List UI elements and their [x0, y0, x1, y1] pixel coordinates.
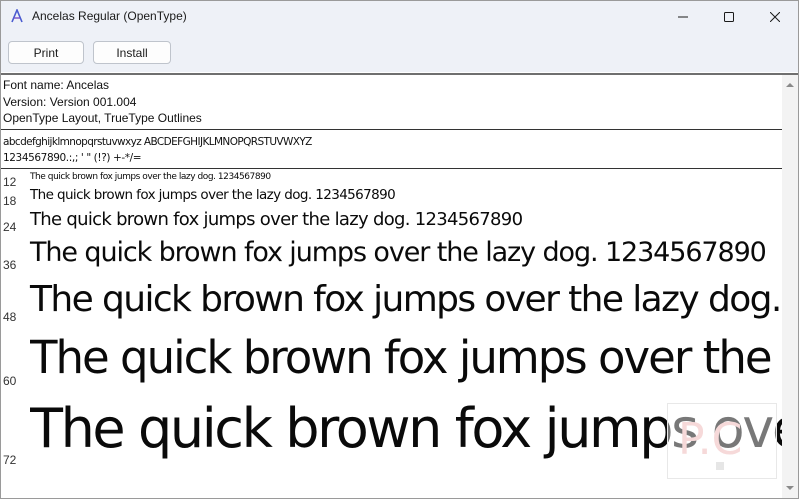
divider	[1, 129, 782, 130]
sample-size-label: 18	[3, 194, 17, 208]
scroll-down-icon[interactable]	[786, 484, 794, 492]
sample-size-label: 72	[3, 453, 17, 467]
svg-text:P.C: P.C	[678, 414, 742, 465]
charset-digits-symbols: 1234567890.:,; ' " (!?) +-*/=	[3, 152, 142, 164]
sample-text-60: The quick brown fox jumps over the l	[30, 331, 782, 384]
sample-size-label: 60	[3, 374, 17, 388]
sample-text-18: The quick brown fox jumps over the lazy …	[30, 187, 396, 203]
font-viewer-window: Ancelas Regular (OpenType) Print Install…	[0, 0, 799, 499]
minimize-button[interactable]	[660, 1, 706, 32]
window-title: Ancelas Regular (OpenType)	[32, 9, 187, 23]
close-button[interactable]	[752, 1, 798, 32]
watermark-logo: P.C	[667, 403, 777, 479]
sample-size-label: 24	[3, 220, 17, 234]
maximize-button[interactable]	[706, 1, 752, 32]
maximize-icon	[724, 11, 734, 22]
sample-text-24: The quick brown fox jumps over the lazy …	[30, 209, 523, 230]
install-button[interactable]: Install	[93, 41, 171, 64]
font-viewer-icon	[11, 9, 23, 23]
charset-letters: abcdefghijklmnopqrstuvwxyz ABCDEFGHIJKLM…	[3, 136, 312, 148]
toolbar: Print Install	[1, 32, 798, 72]
sample-text-12: The quick brown fox jumps over the lazy …	[30, 172, 271, 182]
sample-size-label: 48	[3, 310, 17, 324]
font-name-line: Font name: Ancelas	[3, 78, 110, 92]
content-border	[1, 73, 798, 75]
watermark-icon: P.C	[678, 414, 742, 470]
divider	[1, 168, 782, 169]
scroll-up-icon[interactable]	[786, 81, 794, 89]
minimize-icon	[678, 16, 688, 17]
vertical-scrollbar[interactable]	[782, 75, 798, 498]
font-type-line: OpenType Layout, TrueType Outlines	[3, 111, 202, 125]
title-bar[interactable]: Ancelas Regular (OpenType)	[1, 1, 798, 32]
sample-size-label: 12	[3, 175, 17, 189]
close-icon	[770, 11, 780, 22]
font-info: Font name: Ancelas Version: Version 001.…	[3, 77, 202, 127]
font-version-line: Version: Version 001.004	[3, 94, 137, 109]
sample-text-36: The quick brown fox jumps over the lazy …	[30, 237, 767, 268]
sample-text-48: The quick brown fox jumps over the lazy …	[30, 279, 782, 320]
print-button[interactable]: Print	[8, 41, 84, 64]
sample-size-label: 36	[3, 258, 17, 272]
